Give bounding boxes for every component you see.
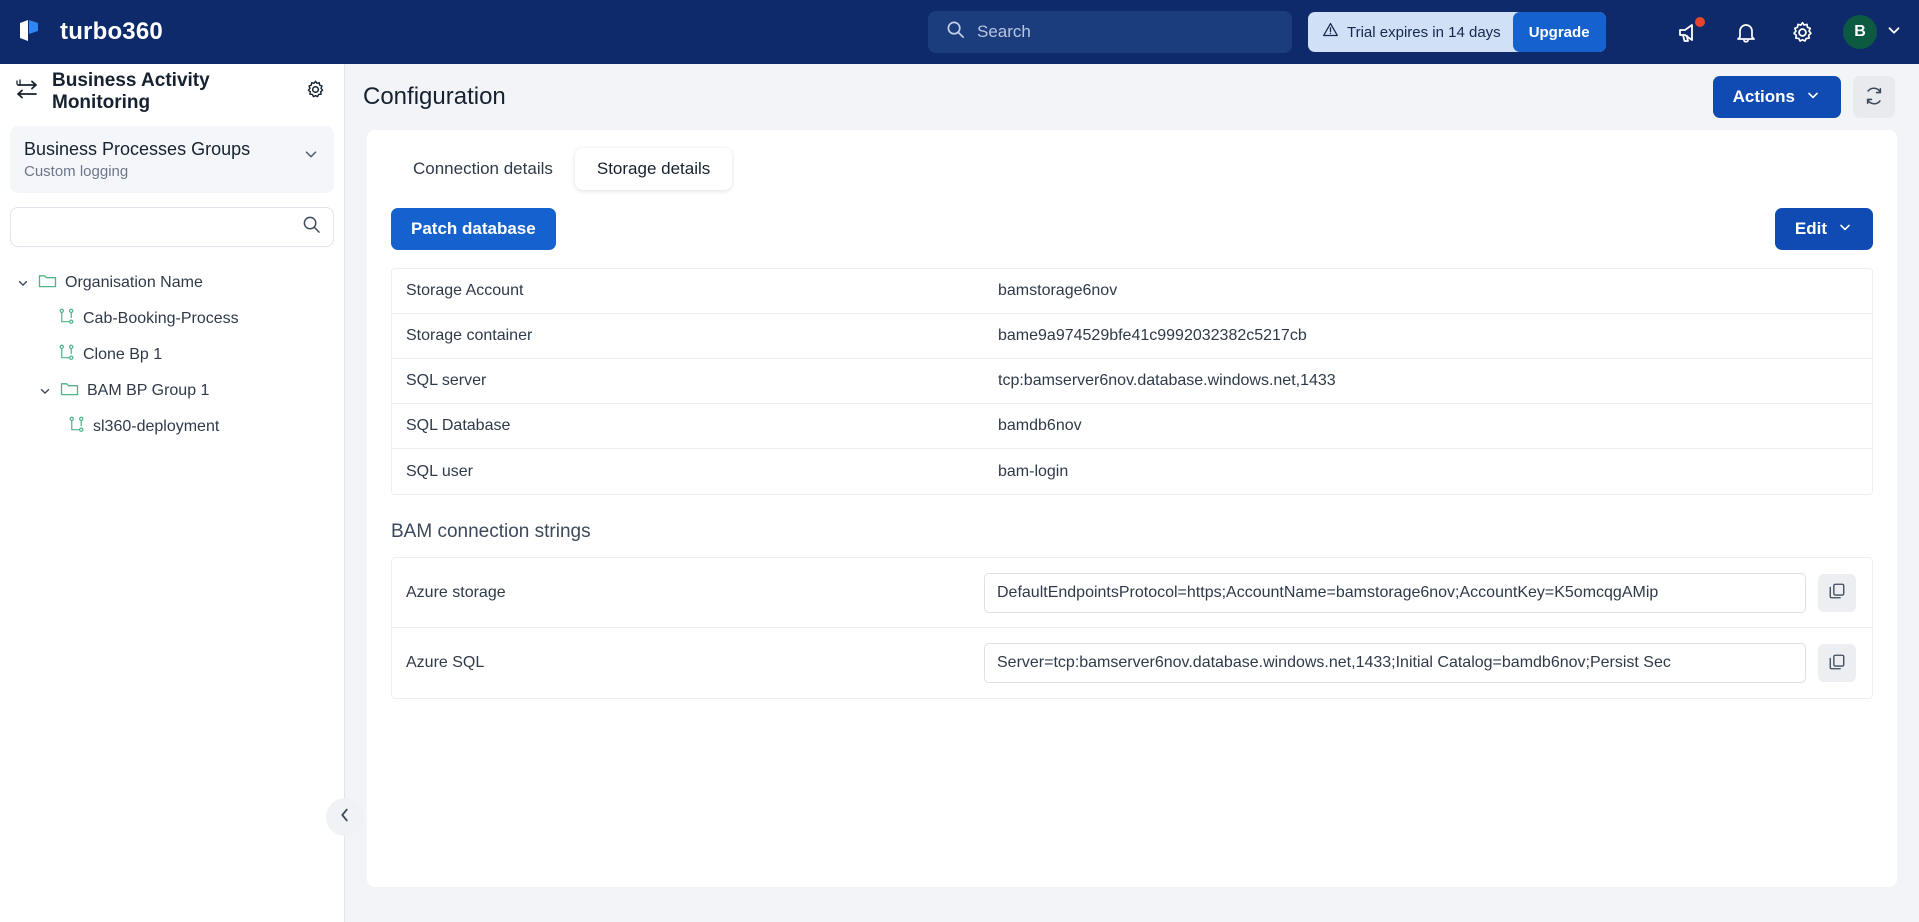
search-input[interactable] [25, 218, 302, 236]
folder-icon [60, 381, 79, 402]
sidebar-search[interactable] [10, 207, 334, 248]
tree-node-label: sl360-deployment [93, 418, 220, 436]
row-key: Storage container [406, 327, 533, 344]
avatar[interactable]: B [1843, 15, 1877, 49]
main-content: Configuration Actions Connection details… [345, 64, 1919, 922]
sidebar-title: Business Activity Monitoring [52, 70, 210, 113]
sidebar-header: Business Activity Monitoring [0, 64, 344, 120]
page-title: Configuration [363, 83, 506, 110]
group-subtitle: Custom logging [24, 163, 129, 181]
sidebar-collapse-button[interactable] [326, 798, 364, 836]
table-row: SQL Database bamdb6nov [392, 404, 1872, 449]
refresh-button[interactable] [1853, 76, 1895, 118]
edit-button-label: Edit [1794, 219, 1827, 238]
trial-status-badge: Trial expires in 14 days Upgrade [1308, 12, 1606, 52]
row-value: bamdb6nov [998, 417, 1082, 434]
row-key: Azure storage [406, 583, 506, 601]
tree-node-sl360-deployment[interactable]: sl360-deployment [0, 409, 344, 445]
actions-button-label: Actions [1732, 87, 1795, 106]
copy-button[interactable] [1818, 573, 1856, 612]
tree-node-label: Clone Bp 1 [83, 346, 163, 364]
row-value: bame9a974529bfe41c9992032382c5217cb [998, 327, 1307, 344]
tree-node-bam-bp-group-1[interactable]: BAM BP Group 1 [0, 373, 344, 409]
trial-expiry-text: Trial expires in 14 days [1347, 23, 1501, 41]
table-row: SQL user bam-login [392, 449, 1872, 494]
process-icon [68, 416, 85, 438]
group-title: Business Processes Groups [24, 139, 251, 159]
activity-monitoring-icon [14, 78, 40, 106]
row-key: SQL server [406, 372, 487, 389]
sidebar: Business Activity Monitoring Business Pr… [0, 64, 345, 922]
connection-strings-table: Azure storage Azure SQL [391, 557, 1873, 699]
copy-icon [1828, 582, 1846, 603]
search-icon[interactable] [302, 215, 321, 239]
table-row: Storage container bame9a974529bfe41c9992… [392, 314, 1872, 359]
chevron-down-icon[interactable] [16, 276, 30, 290]
global-search[interactable]: Search [928, 11, 1292, 53]
row-value-cell [984, 643, 1872, 683]
folder-icon [38, 273, 57, 294]
gear-icon[interactable] [1787, 17, 1817, 47]
copy-icon [1828, 653, 1846, 674]
copy-button[interactable] [1818, 644, 1856, 682]
process-icon [58, 308, 75, 330]
storage-details-table: Storage Account bamstorage6nov Storage c… [391, 268, 1873, 495]
row-key: Storage Account [406, 282, 524, 299]
page-header: Configuration Actions [345, 64, 1919, 130]
edit-button[interactable]: Edit [1774, 208, 1873, 250]
tab-connection-details[interactable]: Connection details [391, 148, 575, 190]
top-navigation-bar: turbo360 Search Trial expires in 14 days… [0, 0, 1919, 64]
notification-dot [1695, 17, 1705, 27]
brand-name: turbo360 [60, 18, 163, 45]
business-processes-groups-selector[interactable]: Business Processes Groups Custom logging [10, 126, 334, 194]
warning-triangle-icon [1322, 21, 1339, 43]
tree-node-label: Organisation Name [65, 274, 203, 292]
row-key: Azure SQL [406, 654, 485, 671]
table-row: Azure storage [392, 558, 1872, 628]
chevron-down-icon [1805, 87, 1821, 108]
row-value: bam-login [998, 462, 1069, 480]
search-placeholder: Search [977, 22, 1031, 41]
row-key: SQL user [406, 462, 473, 480]
row-value: tcp:bamserver6nov.database.windows.net,1… [998, 372, 1336, 389]
row-value: bamstorage6nov [998, 282, 1118, 299]
process-tree: Organisation Name Cab-Booking-Process Cl… [0, 265, 344, 445]
tree-node-label: BAM BP Group 1 [87, 382, 210, 400]
chevron-left-icon [336, 806, 354, 829]
refresh-icon [1864, 86, 1884, 109]
group-text-block: Business Processes Groups Custom logging [24, 137, 302, 180]
configuration-panel: Connection details Storage details Patch… [367, 130, 1897, 887]
top-bar-icon-group: B [1675, 0, 1903, 64]
upgrade-button[interactable]: Upgrade [1512, 12, 1606, 52]
actions-button[interactable]: Actions [1712, 76, 1841, 118]
panel-action-row: Patch database Edit [367, 190, 1897, 250]
tree-node-clone-bp-1[interactable]: Clone Bp 1 [0, 337, 344, 373]
brand-logo[interactable]: turbo360 [0, 17, 346, 47]
azure-sql-connection-input[interactable] [984, 643, 1806, 683]
tab-bar: Connection details Storage details [367, 130, 1897, 190]
tree-node-cab-booking-process[interactable]: Cab-Booking-Process [0, 301, 344, 337]
process-icon [58, 344, 75, 366]
chevron-down-icon[interactable] [38, 384, 52, 398]
chevron-down-icon[interactable] [302, 145, 320, 168]
row-key: SQL Database [406, 417, 511, 434]
patch-database-button[interactable]: Patch database [391, 208, 556, 250]
chevron-down-icon [1837, 219, 1853, 240]
search-icon [946, 20, 965, 44]
bam-connection-strings-title: BAM connection strings [391, 521, 591, 542]
tree-node-label: Cab-Booking-Process [83, 310, 239, 328]
bell-icon[interactable] [1731, 17, 1761, 47]
gear-icon[interactable] [305, 79, 326, 105]
table-row: Storage Account bamstorage6nov [392, 269, 1872, 314]
megaphone-icon[interactable] [1675, 17, 1705, 47]
user-menu[interactable]: B [1843, 15, 1903, 49]
turbo360-logo-icon [16, 17, 46, 47]
chevron-down-icon[interactable] [1885, 21, 1903, 44]
tree-node-organisation-name[interactable]: Organisation Name [0, 265, 344, 301]
azure-storage-connection-input[interactable] [984, 572, 1806, 613]
tab-storage-details[interactable]: Storage details [574, 148, 733, 190]
table-row: SQL server tcp:bamserver6nov.database.wi… [392, 359, 1872, 404]
row-value-cell [984, 572, 1872, 613]
table-row: Azure SQL [392, 628, 1872, 698]
